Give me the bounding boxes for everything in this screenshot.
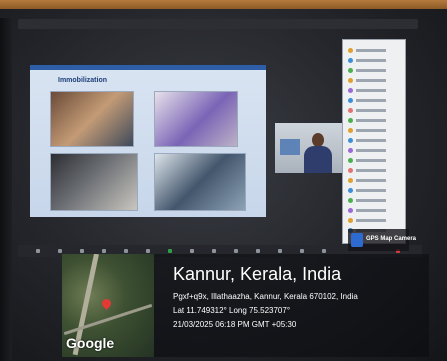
avatar <box>348 118 353 123</box>
slide-image-immobilization-device <box>154 91 238 147</box>
participant-row[interactable] <box>348 188 400 193</box>
location-timestamp: 21/03/2025 06:18 PM GMT +05:30 <box>173 320 297 329</box>
map-camera-icon <box>351 233 363 247</box>
avatar <box>348 78 353 83</box>
speaker-video-tile[interactable] <box>275 123 345 173</box>
participant-name <box>356 69 386 72</box>
participant-name <box>356 109 386 112</box>
participant-row[interactable] <box>348 78 400 83</box>
slide-image-patient-positioning <box>50 91 134 147</box>
avatar <box>348 188 353 193</box>
avatar <box>348 108 353 113</box>
slide-title: Immobilization <box>58 77 107 84</box>
slide-image-frame-device <box>154 153 246 211</box>
avatar <box>348 58 353 63</box>
reaction-icon[interactable] <box>146 249 150 253</box>
mic-icon[interactable] <box>36 249 40 253</box>
participant-name <box>356 99 386 102</box>
avatar <box>348 98 353 103</box>
participant-row[interactable] <box>348 168 400 173</box>
participant-row[interactable] <box>348 198 400 203</box>
app-name: GPS Map Camera <box>366 236 417 242</box>
photo-of-screen: Immobilization GPS Map Camera Google Kan… <box>0 0 447 361</box>
window-top-bar <box>18 19 418 29</box>
presentation-slide: Immobilization <box>30 65 266 217</box>
participant-name <box>356 189 386 192</box>
speaker-head <box>312 133 324 147</box>
avatar <box>348 178 353 183</box>
participant-name <box>356 219 386 222</box>
location-title: Kannur, Kerala, India <box>173 264 342 284</box>
participant-name <box>356 179 386 182</box>
settings-icon[interactable] <box>234 249 238 253</box>
avatar <box>348 168 353 173</box>
participant-row[interactable] <box>348 68 400 73</box>
participant-row[interactable] <box>348 218 400 223</box>
location-coordinates: Lat 11.749312° Long 75.523707° <box>173 306 291 315</box>
participant-row[interactable] <box>348 158 400 163</box>
participant-row[interactable] <box>348 48 400 53</box>
avatar <box>348 48 353 53</box>
participant-name <box>356 89 386 92</box>
participant-name <box>356 79 386 82</box>
participant-name <box>356 199 386 202</box>
avatar <box>348 88 353 93</box>
avatar <box>348 158 353 163</box>
participant-row[interactable] <box>348 58 400 63</box>
avatar <box>348 148 353 153</box>
map-thumbnail: Google <box>62 254 154 357</box>
avatar <box>348 208 353 213</box>
participant-row[interactable] <box>348 148 400 153</box>
wooden-frame <box>0 0 447 9</box>
participant-name <box>356 139 386 142</box>
avatar <box>348 68 353 73</box>
participant-name <box>356 129 386 132</box>
avatar <box>348 198 353 203</box>
avatar <box>348 128 353 133</box>
slide-header-bar <box>30 65 266 70</box>
hand-icon[interactable] <box>300 249 304 253</box>
participant-row[interactable] <box>348 208 400 213</box>
avatar <box>348 138 353 143</box>
location-address: Pgxf+q9x, Illathaazha, Kannur, Kerala 67… <box>173 292 358 301</box>
layout-icon[interactable] <box>322 249 326 253</box>
location-pin-icon <box>100 297 113 310</box>
slide-image-leg-fixation <box>50 153 138 211</box>
participant-name <box>356 149 386 152</box>
camera-icon[interactable] <box>58 249 62 253</box>
speaker-background-board <box>280 139 300 155</box>
avatar <box>348 218 353 223</box>
caption-icon[interactable] <box>278 249 282 253</box>
participant-row[interactable] <box>348 138 400 143</box>
participant-name <box>356 119 386 122</box>
participant-row[interactable] <box>348 98 400 103</box>
chat-icon[interactable] <box>102 249 106 253</box>
map-road <box>63 303 153 336</box>
participant-name <box>356 159 386 162</box>
speaker-body <box>304 146 332 173</box>
participant-name <box>356 59 386 62</box>
participant-row[interactable] <box>348 128 400 133</box>
gps-camera-badge: GPS Map Camera <box>348 229 416 251</box>
whiteboard-icon[interactable] <box>212 249 216 253</box>
participant-name <box>356 49 386 52</box>
participant-row[interactable] <box>348 178 400 183</box>
participant-row[interactable] <box>348 118 400 123</box>
participant-name <box>356 209 386 212</box>
location-overlay: Google Kannur, Kerala, India Pgxf+q9x, I… <box>62 254 429 357</box>
participant-row[interactable] <box>348 88 400 93</box>
people-icon[interactable] <box>124 249 128 253</box>
more-icon[interactable] <box>256 249 260 253</box>
screen-edge <box>0 18 12 361</box>
share-icon[interactable] <box>80 249 84 253</box>
participant-name <box>356 169 386 172</box>
apps-icon[interactable] <box>190 249 194 253</box>
participant-row[interactable] <box>348 108 400 113</box>
map-brand-logo: Google <box>66 335 115 351</box>
participants-panel[interactable] <box>342 39 406 244</box>
record-icon[interactable] <box>168 249 172 253</box>
